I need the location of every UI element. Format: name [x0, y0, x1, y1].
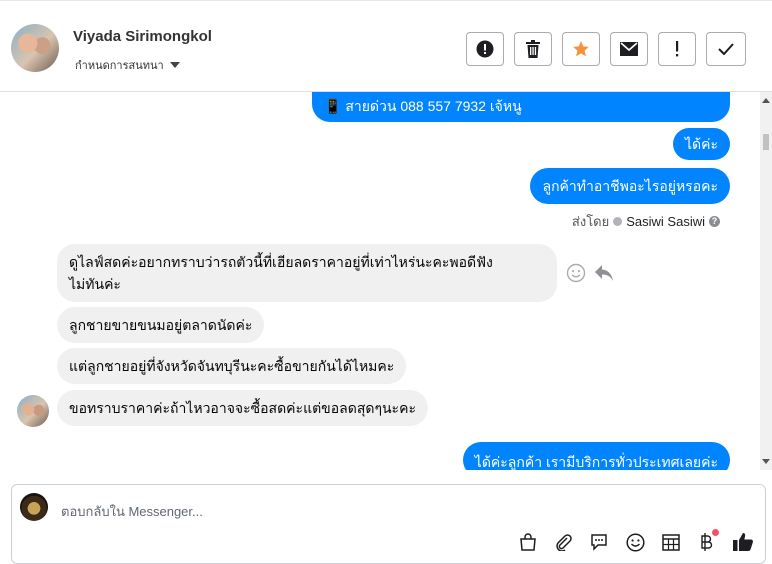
shopping-bag-icon: [520, 533, 536, 551]
contact-name[interactable]: Viyada Sirimongkol: [73, 28, 212, 45]
composer-toolbar: [12, 529, 765, 557]
message-text-line: ดูไลฟ์สดค่ะอยากทราบว่ารถตัวนี้ที่เฮียลดร…: [69, 254, 493, 270]
outgoing-message[interactable]: 📱 สายด่วน 088 557 7932 เจ้หนู: [312, 92, 730, 122]
conversation-settings-dropdown[interactable]: กำหนดการสนทนา: [75, 56, 180, 74]
scroll-down-arrow-icon[interactable]: [762, 459, 770, 464]
scrollbar-thumb[interactable]: [763, 134, 769, 150]
notification-dot: [712, 529, 719, 536]
exclamation-circle-icon: [476, 40, 494, 58]
star-button[interactable]: [562, 32, 600, 66]
message-text: 📱 สายด่วน 088 557 7932 เจ้หนู: [324, 98, 522, 114]
agent-name[interactable]: Sasiwi Sasiwi: [626, 214, 705, 229]
emoji-icon: [625, 532, 645, 552]
conversation-header: Viyada Sirimongkol กำหนดการสนทนา: [0, 0, 772, 92]
message-text: ได้ค่ะลูกค้า เรามีบริการทั่วประเทศเลยค่ะ: [474, 454, 718, 470]
outgoing-message[interactable]: ได้ค่ะ: [672, 128, 730, 160]
incoming-message[interactable]: แต่ลูกชายอยู่ที่จังหวัดจันทบุรีนะคะซื้อข…: [57, 348, 407, 384]
done-button[interactable]: [706, 32, 746, 66]
message-text: ลูกชายขายขนมอยู่ตลาดนัดค่ะ: [69, 317, 253, 333]
saved-replies-button[interactable]: [586, 529, 612, 555]
reply-input[interactable]: ตอบกลับใน Messenger...: [61, 501, 203, 522]
outgoing-message[interactable]: ได้ค่ะลูกค้า เรามีบริการทั่วประเทศเลยค่ะ: [462, 442, 730, 470]
sent-by-prefix: ส่งโดย: [571, 214, 610, 229]
reply-composer[interactable]: ตอบกลับใน Messenger...: [11, 484, 766, 564]
star-icon: [573, 41, 589, 57]
trash-icon: [526, 40, 540, 58]
message-text: แต่ลูกชายอยู่ที่จังหวัดจันทบุรีนะคะซื้อข…: [69, 358, 395, 374]
thread-scrollbar[interactable]: [760, 92, 772, 470]
caret-down-icon: [169, 62, 180, 68]
message-text: ลูกค้าทำอาชีพอะไรอยู่หรอคะ: [542, 178, 718, 194]
emoji-button[interactable]: [622, 529, 648, 555]
follow-up-button[interactable]: [658, 32, 696, 66]
mark-unread-button[interactable]: [610, 32, 648, 66]
incoming-message[interactable]: ดูไลฟ์สดค่ะอยากทราบว่ารถตัวนี้ที่เฮียลดร…: [57, 244, 557, 302]
appointment-icon: [662, 534, 680, 551]
page-avatar: [20, 493, 48, 521]
contact-avatar-small: [17, 395, 49, 427]
help-icon[interactable]: ?: [709, 216, 720, 227]
thumbs-up-icon: [733, 533, 753, 551]
conversation-settings-label: กำหนดการสนทนา: [75, 60, 164, 72]
attach-button[interactable]: [550, 529, 576, 555]
verified-check-icon: [613, 217, 623, 226]
baht-payment-icon: [701, 533, 713, 551]
sent-by-label: ส่งโดย Sasiwi Sasiwi ?: [572, 211, 720, 232]
scroll-up-arrow-icon[interactable]: [762, 98, 770, 103]
checkmark-icon: [718, 43, 734, 55]
like-button[interactable]: [730, 529, 756, 555]
delete-button[interactable]: [514, 32, 552, 66]
outgoing-message[interactable]: ลูกค้าทำอาชีพอะไรอยู่หรอคะ: [530, 168, 730, 204]
emoji-react-icon[interactable]: [566, 263, 586, 283]
appointment-button[interactable]: [658, 529, 684, 555]
saved-replies-icon: [591, 534, 607, 551]
message-text: ขอทราบราคาค่ะถ้าไหวอาจจะซื้อสดค่ะแต่ขอลด…: [69, 400, 416, 416]
message-actions: [566, 263, 614, 283]
envelope-icon: [620, 42, 638, 56]
paperclip-icon: [556, 534, 572, 551]
message-text-line: ไม่ทันค่ะ: [69, 276, 121, 292]
spam-button[interactable]: [466, 32, 504, 66]
message-thread[interactable]: 📱 สายด่วน 088 557 7932 เจ้หนู ได้ค่ะ ลูก…: [0, 92, 760, 470]
shopping-bag-button[interactable]: [515, 529, 541, 555]
contact-avatar[interactable]: [11, 24, 59, 72]
message-text: ได้ค่ะ: [684, 136, 718, 152]
reply-arrow-icon[interactable]: [594, 264, 614, 282]
incoming-message[interactable]: ขอทราบราคาค่ะถ้าไหวอาจจะซื้อสดค่ะแต่ขอลด…: [57, 390, 428, 426]
exclamation-icon: [676, 41, 679, 57]
incoming-message[interactable]: ลูกชายขายขนมอยู่ตลาดนัดค่ะ: [57, 307, 265, 343]
